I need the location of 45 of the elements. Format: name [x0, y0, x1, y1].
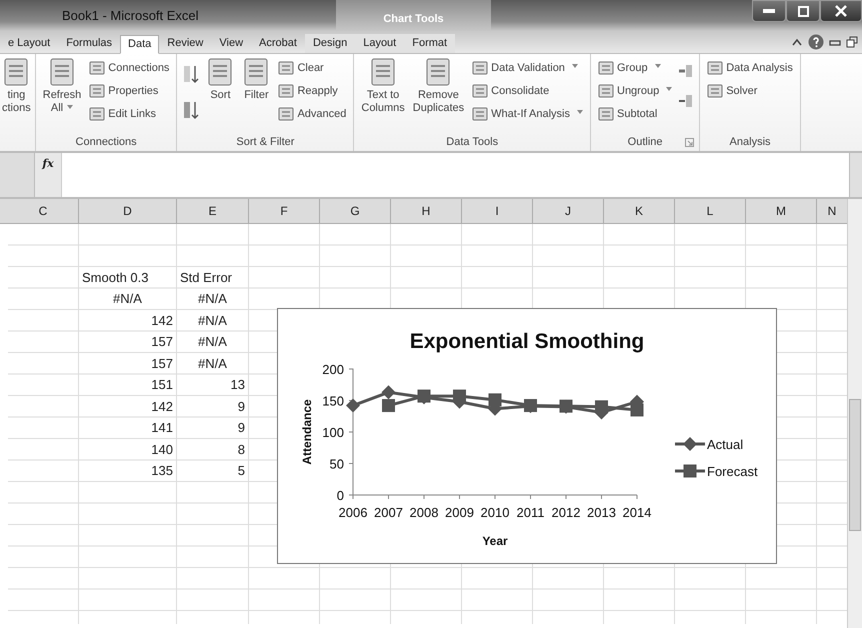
table-cell-text: #N/A	[197, 291, 228, 306]
table-cell-text: 9	[236, 420, 245, 436]
x-tick-label: 2008	[410, 505, 438, 520]
group-label: Sort & Filter	[236, 136, 294, 148]
table-cell-text: 9	[236, 398, 245, 414]
table-cell-text: 142	[150, 398, 173, 414]
x-tick-label: 2009	[445, 505, 474, 520]
table-cell-text: #N/A	[112, 291, 143, 306]
table-cell-text: #N/A	[197, 312, 228, 328]
y-tick-label: 150	[322, 394, 344, 408]
table-cell-text: 151	[150, 377, 173, 392]
y-axis-title: Attendance	[300, 399, 314, 465]
chart-title: Exponential Smoothing	[410, 330, 644, 353]
table-cell-text: 142	[150, 312, 173, 328]
group-label: Analysis	[730, 136, 771, 148]
x-tick-label: 2013	[587, 505, 616, 520]
group-label: Data Tools	[446, 136, 498, 148]
group-label: Outline	[628, 136, 663, 148]
y-tick-label: 0	[336, 488, 344, 503]
x-tick-label: 2011	[516, 505, 544, 520]
table-cell-text: 13	[230, 377, 245, 392]
table-cell-text: Std Error	[180, 270, 234, 285]
table-cell-text: 5	[236, 463, 245, 478]
x-tick-label: 2010	[480, 505, 510, 520]
table-cell-text: 157	[150, 334, 173, 350]
legend-label: Forecast	[707, 464, 758, 479]
table-cell-text: #N/A	[197, 356, 228, 371]
table-cell-text: 157	[150, 356, 173, 371]
table-cell-text: Smooth 0.3	[82, 270, 150, 285]
table-cell-text: 141	[150, 420, 173, 436]
x-tick-label: 2006	[338, 505, 368, 520]
x-tick-label: 2012	[552, 505, 580, 520]
window-title: Book1 - Microsoft Excel	[62, 8, 199, 23]
x-tick-label: 2014	[622, 505, 652, 520]
group-label: Connections	[76, 136, 137, 148]
table-cell-text: 8	[236, 442, 245, 457]
y-tick-label: 200	[322, 362, 344, 377]
x-tick-label: 2007	[374, 505, 403, 520]
y-tick-label: 100	[322, 425, 344, 440]
table-cell-text: 135	[150, 463, 173, 478]
y-tick-label: 50	[330, 456, 344, 472]
table-cell-text: 140	[150, 442, 173, 457]
legend-label: Actual	[707, 437, 744, 452]
table-cell-text: #N/A	[197, 334, 228, 350]
x-axis-title: Year	[482, 534, 508, 548]
